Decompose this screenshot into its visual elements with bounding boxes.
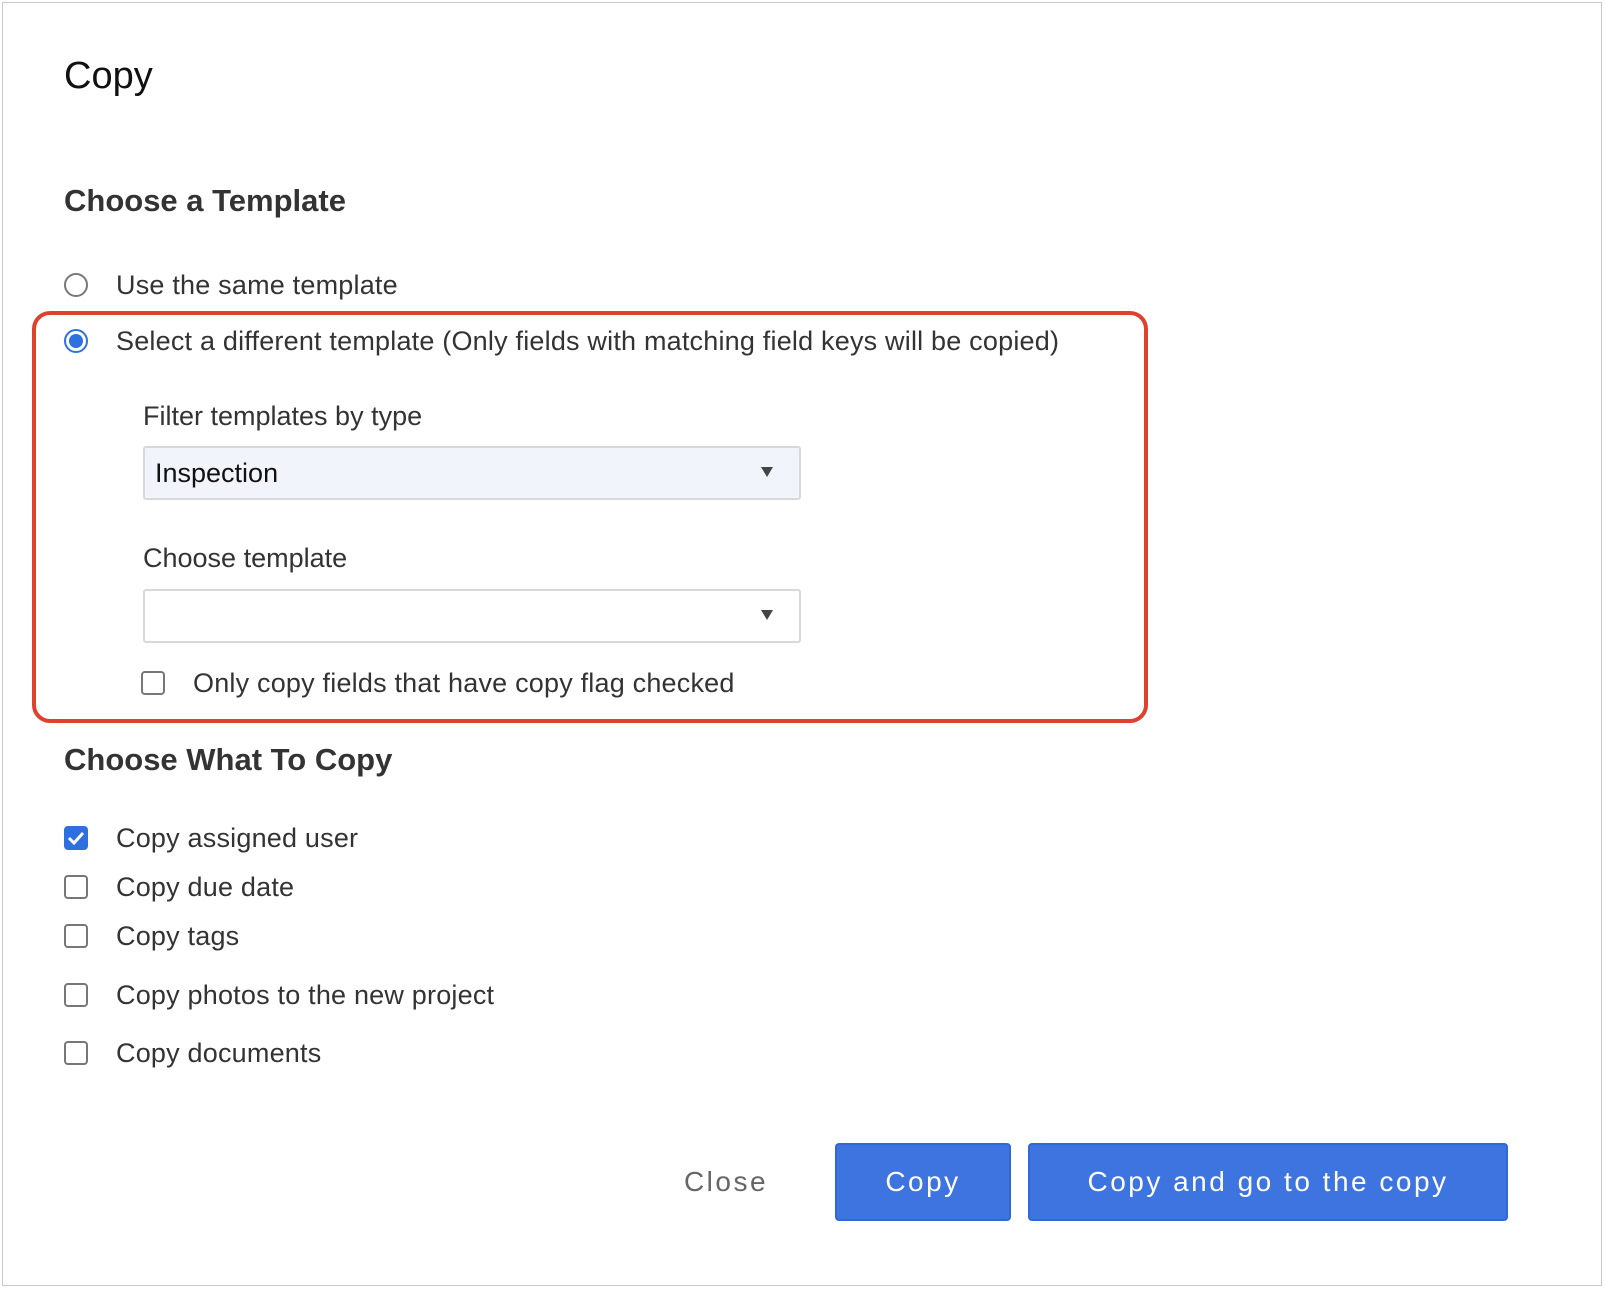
copy-button[interactable]: Copy: [835, 1143, 1011, 1221]
copy-and-go-button[interactable]: Copy and go to the copy: [1028, 1143, 1508, 1221]
check-icon: [67, 831, 85, 845]
checkbox[interactable]: [64, 1041, 88, 1065]
copy-photos-option[interactable]: Copy photos to the new project: [64, 975, 494, 1015]
checkbox[interactable]: [64, 983, 88, 1007]
checkbox[interactable]: [64, 924, 88, 948]
radio-button[interactable]: [64, 329, 88, 353]
radio-same-template-label: Use the same template: [116, 269, 398, 300]
radio-different-template-label: Select a different template (Only fields…: [116, 325, 1060, 356]
choose-what-to-copy-heading: Choose What To Copy: [64, 742, 393, 777]
close-button[interactable]: Close: [651, 1143, 801, 1221]
copy-flag-label: Only copy fields that have copy flag che…: [193, 667, 735, 698]
radio-button[interactable]: [64, 273, 88, 297]
copy-flag-option[interactable]: Only copy fields that have copy flag che…: [141, 663, 735, 703]
copy-dialog: Copy Choose a Template Use the same temp…: [2, 2, 1602, 1286]
choose-template-label: Choose template: [143, 543, 348, 573]
filter-templates-select[interactable]: Inspection: [143, 446, 801, 500]
copy-photos-label: Copy photos to the new project: [116, 979, 495, 1010]
copy-assigned-user-label: Copy assigned user: [116, 822, 359, 853]
dialog-title: Copy: [64, 55, 153, 97]
choose-template-heading: Choose a Template: [64, 183, 346, 218]
filter-templates-label: Filter templates by type: [143, 401, 423, 431]
radio-same-template[interactable]: Use the same template: [64, 265, 398, 305]
copy-assigned-user-option[interactable]: Copy assigned user: [64, 818, 358, 858]
copy-due-date-option[interactable]: Copy due date: [64, 867, 294, 907]
caret-down-icon: [761, 610, 773, 620]
copy-tags-label: Copy tags: [116, 920, 240, 951]
copy-documents-option[interactable]: Copy documents: [64, 1033, 321, 1073]
copy-documents-label: Copy documents: [116, 1037, 322, 1068]
highlight-annotation: [32, 311, 1148, 723]
radio-different-template[interactable]: Select a different template (Only fields…: [64, 321, 1059, 361]
checkbox[interactable]: [141, 671, 165, 695]
copy-due-date-label: Copy due date: [116, 871, 295, 902]
checkbox[interactable]: [64, 875, 88, 899]
filter-templates-value: Inspection: [155, 457, 279, 488]
copy-tags-option[interactable]: Copy tags: [64, 916, 239, 956]
checkbox[interactable]: [64, 826, 88, 850]
choose-template-select[interactable]: [143, 589, 801, 643]
caret-down-icon: [761, 467, 773, 477]
